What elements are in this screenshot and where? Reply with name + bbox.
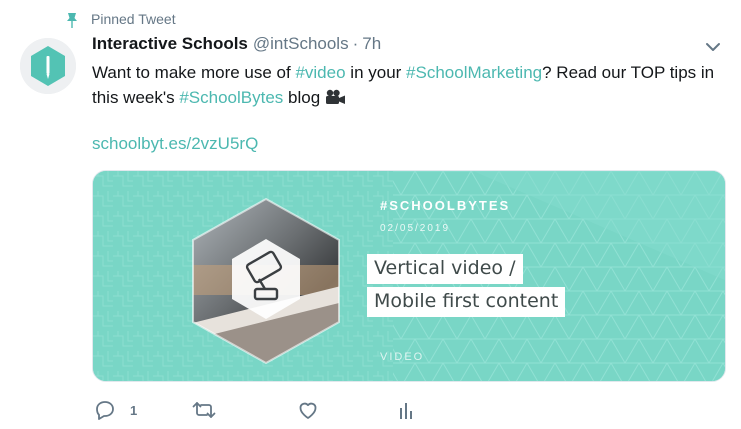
pin-icon: [67, 13, 77, 28]
analytics-icon: [400, 403, 412, 419]
like-button[interactable]: [297, 398, 319, 422]
hashtag-schoolmarketing[interactable]: #SchoolMarketing: [406, 63, 542, 82]
retweet-button[interactable]: [192, 398, 216, 422]
hashtag-schoolbytes[interactable]: #SchoolBytes: [179, 88, 283, 107]
card-category: VIDEO: [380, 351, 425, 363]
card-title-line2: Mobile first content: [367, 287, 566, 317]
tweet-link[interactable]: schoolbyt.es/2vzU5rQ: [92, 134, 258, 154]
separator-dot: ·: [352, 34, 359, 53]
reply-count: 1: [130, 402, 138, 418]
card-hashtag: #SCHOOLBYTES: [380, 198, 511, 213]
tweet-time[interactable]: 7h: [362, 34, 381, 54]
like-icon: [299, 402, 317, 419]
pinned-label: Pinned Tweet: [91, 11, 176, 27]
link-card[interactable]: #SCHOOLBYTES 02/05/2019 Vertical video /…: [92, 170, 726, 382]
chevron-down-icon[interactable]: [705, 42, 721, 52]
author-handle[interactable]: @intSchools: [253, 34, 349, 54]
tweet-text-segment: blog: [283, 88, 321, 107]
analytics-button[interactable]: [397, 398, 415, 422]
tweet-header: Interactive Schools @intSchools · 7h: [92, 34, 721, 58]
interactive-schools-logo: [20, 38, 76, 94]
card-thumbnail: [181, 195, 351, 365]
card-date: 02/05/2019: [380, 223, 451, 234]
tweet-text-segment: Want to make more use of: [92, 63, 296, 82]
author-name[interactable]: Interactive Schools: [92, 34, 248, 54]
avatar[interactable]: [20, 38, 76, 94]
tweet-actions: 1: [92, 398, 422, 424]
retweet-icon: [192, 402, 216, 418]
reply-button[interactable]: 1: [94, 398, 137, 422]
reply-icon: [96, 401, 114, 420]
card-title-line1: Vertical video /: [367, 254, 523, 284]
movie-camera-icon: [326, 89, 346, 104]
tweet-text: Want to make more use of #video in your …: [92, 60, 722, 110]
tweet-text-segment: in your: [345, 63, 407, 82]
hashtag-video[interactable]: #video: [295, 63, 345, 82]
